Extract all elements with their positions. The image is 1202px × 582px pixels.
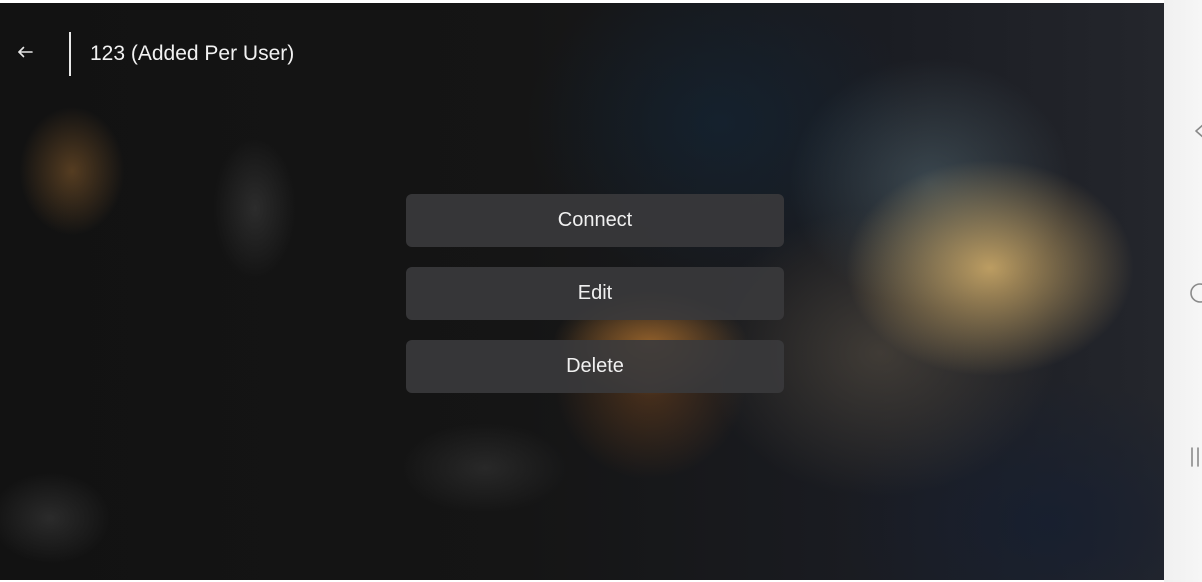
page-title: 123 (Added Per User) bbox=[90, 42, 295, 65]
delete-button[interactable]: Delete bbox=[406, 340, 784, 393]
system-navigation-rail bbox=[1164, 0, 1202, 582]
connect-button[interactable]: Connect bbox=[406, 194, 784, 247]
edit-button[interactable]: Edit bbox=[406, 267, 784, 320]
action-menu: Connect Edit Delete bbox=[406, 194, 784, 413]
app-screen: 123 (Added Per User) Connect Edit Delete bbox=[0, 3, 1164, 580]
arrow-left-icon[interactable] bbox=[14, 41, 36, 63]
home-circle-icon[interactable] bbox=[1188, 280, 1202, 306]
header-divider bbox=[69, 32, 71, 76]
header-bar: 123 (Added Per User) bbox=[0, 3, 600, 103]
recent-apps-icon[interactable] bbox=[1188, 444, 1202, 470]
back-chevron-icon[interactable] bbox=[1192, 118, 1202, 144]
